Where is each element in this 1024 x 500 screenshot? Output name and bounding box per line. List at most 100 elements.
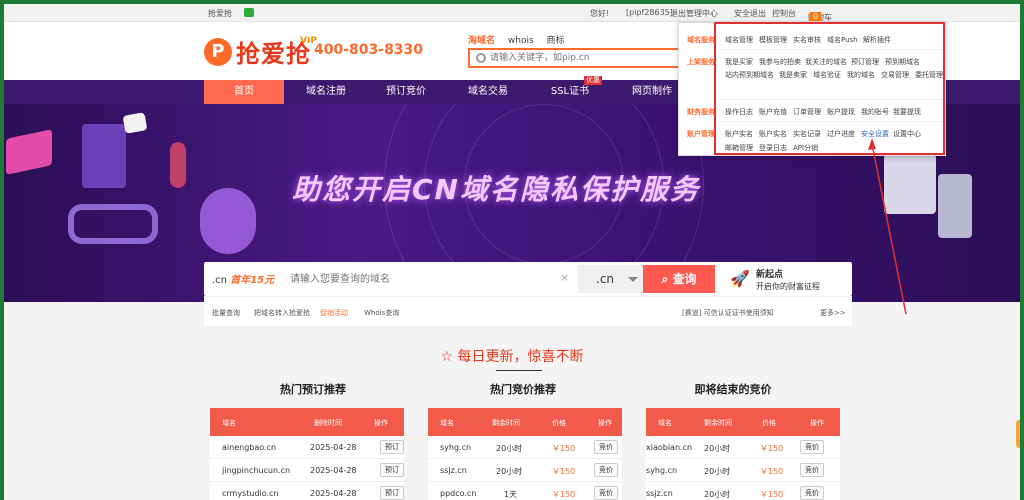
cabinet-illustration	[884, 154, 936, 214]
clear-icon[interactable]: ×	[560, 271, 569, 284]
menu-item[interactable]: 设置中心	[893, 129, 921, 139]
search-icon: ⌕	[661, 272, 673, 286]
cart-count: 0	[810, 12, 822, 21]
bid-button[interactable]: 竞价	[800, 486, 824, 500]
whois-link[interactable]: Whois查询	[364, 308, 399, 318]
nav-ssl[interactable]: SSL证书 优惠	[530, 76, 610, 104]
menu-item[interactable]: 预到期域名	[885, 57, 920, 67]
menu-item[interactable]: 预订管理	[851, 57, 879, 67]
menu-item[interactable]: 域名验证	[813, 70, 841, 80]
booking-table: 域名 删除时间 操作 ainengbao.cn 2025-04-28 预订 jing…	[210, 408, 404, 500]
ending-table: 域名 剩余时间 价格 操作 xiaobian.cn 20小时 ￥150 竞价 syhg…	[646, 408, 840, 500]
menu-item[interactable]: API分销	[793, 143, 818, 153]
discount-badge: 优惠	[584, 76, 602, 85]
menu-item[interactable]: 邮箱管理	[725, 143, 753, 153]
menu-item[interactable]: 委托管理	[915, 70, 943, 80]
side-float-tab[interactable]	[1016, 420, 1024, 448]
batch-query-link[interactable]: 批量查询	[212, 308, 240, 318]
menu-item[interactable]: 我的账号	[861, 107, 889, 117]
more-link[interactable]: 更多>>	[820, 308, 846, 318]
menu-item[interactable]: 账户实名	[759, 129, 787, 139]
menu-item[interactable]: 模板管理	[759, 35, 787, 45]
wechat-icon[interactable]	[244, 8, 254, 17]
promotion-link[interactable]: 促销活动	[320, 308, 348, 318]
menu-item[interactable]: 账户提现	[827, 107, 855, 117]
daily-heading: ☆ 每日更新，惊喜不断	[440, 349, 584, 365]
menu-item[interactable]: 我的域名	[847, 70, 875, 80]
nav-home[interactable]: 首页	[204, 80, 284, 104]
section-title-bidding: 热门竞价推荐	[490, 383, 556, 396]
menu-item[interactable]: 我是卖家	[779, 70, 807, 80]
tab-whois[interactable]: whois	[508, 36, 534, 46]
manage-center-link[interactable]: 管理中心	[686, 8, 718, 19]
section-title-booking: 热门预订推荐	[280, 383, 346, 396]
search-icon	[476, 53, 486, 63]
table-row: crmystudio.cn 2025-04-28 预订	[210, 482, 404, 500]
menu-item[interactable]: 域名Push	[827, 35, 858, 45]
greeting: 您好!	[590, 9, 610, 18]
table-row: syhg.cn 20小时 ￥150 竞价	[646, 459, 840, 482]
book-button[interactable]: 预订	[380, 486, 404, 500]
site-link[interactable]: 抢爱抢	[208, 8, 232, 19]
domain-search: .cn 首年15元 × .cn ⌕ 查询 🚀 新起点 开启你的财富征程	[204, 262, 852, 296]
safe-exit-link[interactable]: 安全退出	[734, 8, 766, 19]
nav-booking[interactable]: 预订竞价	[366, 80, 446, 104]
table-row: jingpinchucun.cn 2025-04-28 预订	[210, 459, 404, 482]
menu-item[interactable]: 账户实名	[725, 129, 753, 139]
menu-item-security[interactable]: 安全设置	[861, 129, 889, 139]
bid-button[interactable]: 竞价	[594, 440, 618, 454]
menu-item[interactable]: 我是买家	[725, 57, 753, 67]
table-row: syhg.cn 20小时 ￥150 竞价	[428, 436, 622, 459]
bid-button[interactable]: 竞价	[800, 463, 824, 477]
menu-item[interactable]: 实名审核	[793, 35, 821, 45]
tab-domain[interactable]: 淘域名	[468, 36, 495, 46]
rocket-icon: 🚀	[730, 269, 750, 288]
search-tabs: 淘域名 whois 商标	[468, 33, 575, 46]
nav-trade[interactable]: 域名交易	[448, 80, 528, 104]
group-label-domain: 域名服务	[687, 36, 715, 44]
menu-item[interactable]: 站内预到期域名	[725, 70, 774, 80]
book-button[interactable]: 预订	[380, 463, 404, 477]
chevron-down-icon	[628, 277, 638, 282]
top-bar: 抢爱抢 您好! [pipf28635] 退出 管理中心 安全退出 控制台 🛒购物…	[4, 4, 1020, 22]
banner-title: 助您开启CN域名隐私保护服务	[292, 173, 700, 206]
domain-search-input[interactable]	[290, 268, 560, 290]
menu-item[interactable]: 账户充值	[759, 107, 787, 117]
phone-number: 400-803-8330	[314, 42, 424, 58]
logout-link[interactable]: 退出	[670, 8, 686, 19]
group-label-listing: 上架服务	[687, 58, 715, 66]
book-button[interactable]: 预订	[380, 440, 404, 454]
header-search-input[interactable]	[490, 51, 690, 65]
menu-item[interactable]: 登录日志	[759, 143, 787, 153]
menu-item[interactable]: 域名管理	[725, 35, 753, 45]
bidding-table: 域名 剩余时间 价格 操作 syhg.cn 20小时 ￥150 竞价 ssjz.cn 2…	[428, 408, 622, 500]
menu-item[interactable]: 我要提现	[893, 107, 921, 117]
new-start-title: 新起点	[756, 270, 784, 280]
bid-button[interactable]: 竞价	[594, 486, 618, 500]
menu-item[interactable]: 解析插件	[863, 35, 891, 45]
query-button[interactable]: ⌕ 查询	[643, 265, 715, 293]
menu-item[interactable]: 操作日志	[725, 107, 753, 117]
console-link[interactable]: 控制台	[772, 8, 796, 19]
menu-item[interactable]: 订单管理	[793, 107, 821, 117]
notice-link[interactable]: [赛道] 可信认证证书使用须知	[682, 308, 774, 318]
search-sublinks: 批量查询 把域名转入抢爱抢 促销活动 Whois查询 [赛道] 可信认证证书使用…	[204, 296, 852, 326]
bid-button[interactable]: 竞价	[800, 440, 824, 454]
tab-trademark[interactable]: 商标	[547, 36, 565, 46]
menu-item[interactable]: 我关注的域名	[805, 57, 847, 67]
menu-item[interactable]: 交易管理	[881, 70, 909, 80]
table-row: ssjz.cn 20小时 ￥150 竞价	[428, 459, 622, 482]
chain-icon	[68, 204, 158, 244]
nav-register[interactable]: 域名注册	[286, 80, 366, 104]
table-header: 域名 剩余时间 价格 操作	[428, 408, 622, 436]
menu-item[interactable]: 过户进度	[827, 129, 855, 139]
menu-item[interactable]: 我参与的拍卖	[759, 57, 801, 67]
tld-select[interactable]: .cn	[578, 265, 644, 293]
transfer-link[interactable]: 把域名转入抢爱抢	[254, 308, 310, 318]
bid-button[interactable]: 竞价	[594, 463, 618, 477]
table-row: ainengbao.cn 2025-04-28 预订	[210, 436, 404, 459]
username[interactable]: [pipf28635]	[626, 8, 673, 17]
cabinet-illustration	[938, 174, 972, 238]
menu-item[interactable]: 实名记录	[793, 129, 821, 139]
logo-icon[interactable]: P	[204, 38, 232, 66]
